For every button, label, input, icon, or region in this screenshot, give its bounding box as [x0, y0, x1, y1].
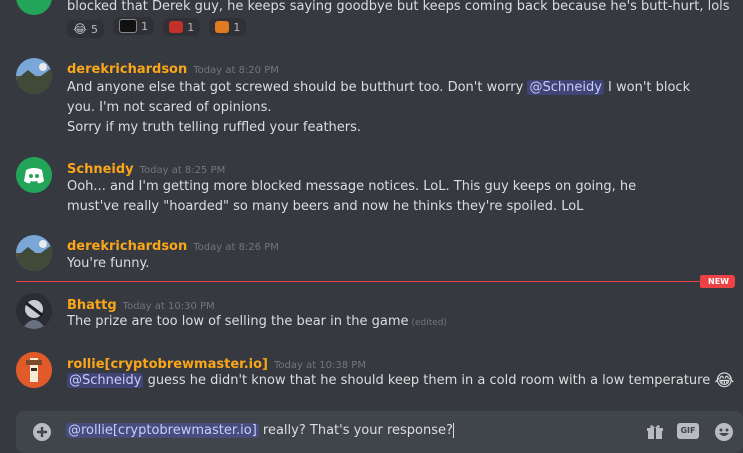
- user-mention[interactable]: @Schneidy: [67, 373, 144, 388]
- timestamp: Today at 8:25 PM: [139, 165, 226, 176]
- reaction-sticker[interactable]: 1: [209, 18, 247, 36]
- character-avatar-icon: [16, 293, 52, 329]
- message-composer: @rollie[cryptobrewmaster.io] really? Tha…: [16, 411, 743, 453]
- totem-avatar-icon: [16, 352, 52, 388]
- reaction-count: 1: [233, 20, 241, 34]
- landscape-avatar-icon: [16, 58, 52, 94]
- avatar[interactable]: [16, 157, 52, 193]
- message-header: derekrichardson Today at 8:20 PM: [67, 58, 279, 77]
- username[interactable]: derekrichardson: [67, 239, 187, 254]
- message-text: And anyone else that got screwed should …: [67, 78, 707, 118]
- text-segment: The prize are too low of selling the bea…: [67, 314, 409, 329]
- reaction-count: 1: [187, 20, 195, 34]
- new-messages-divider: [16, 281, 735, 282]
- username[interactable]: Schneidy: [67, 162, 134, 177]
- user-mention[interactable]: @rollie[cryptobrewmaster.io]: [66, 423, 259, 438]
- avatar[interactable]: [16, 58, 52, 94]
- username[interactable]: derekrichardson: [67, 62, 187, 77]
- username[interactable]: Bhattg: [67, 298, 117, 313]
- text-segment: And anyone else that got screwed should …: [67, 80, 528, 95]
- joy-emoji-icon: 😂: [73, 22, 88, 36]
- user-mention[interactable]: @Schneidy: [527, 80, 604, 95]
- discord-avatar-partial[interactable]: [16, 0, 52, 15]
- timestamp: Today at 8:20 PM: [193, 65, 279, 76]
- reaction-count: 1: [141, 19, 149, 33]
- timestamp: Today at 10:38 PM: [273, 360, 366, 371]
- avatar[interactable]: [16, 235, 52, 271]
- new-badge: NEW: [700, 275, 735, 288]
- joy-emoji-icon: 😂: [714, 371, 735, 391]
- fact-emoji-icon: [119, 19, 138, 33]
- timestamp: Today at 10:30 PM: [122, 301, 215, 312]
- message-header: rollie[cryptobrewmaster.io] Today at 10:3…: [67, 353, 366, 372]
- message-text: @Schneidy guess he didn't know that he s…: [67, 371, 734, 391]
- input-text: really? That's your response?: [258, 423, 453, 438]
- avatar[interactable]: [16, 293, 52, 329]
- reactions-row: 😂 5 1 1 1: [67, 17, 250, 38]
- timestamp: Today at 8:26 PM: [193, 242, 279, 253]
- reaction-joy[interactable]: 😂 5: [67, 20, 105, 38]
- reaction-red[interactable]: 1: [163, 18, 201, 36]
- message-text: Sorry if my truth telling ruffled your f…: [67, 120, 362, 135]
- red-emoji-icon: [169, 21, 184, 33]
- gif-label: GIF: [680, 426, 696, 435]
- message-header: Bhattg Today at 10:30 PM: [67, 294, 215, 313]
- message-text: You're funny.: [67, 256, 150, 271]
- text-caret: [452, 423, 454, 438]
- emoji-picker-icon[interactable]: [714, 422, 734, 442]
- avatar[interactable]: [16, 352, 52, 388]
- reaction-fact[interactable]: 1: [113, 17, 155, 35]
- message-text: The prize are too low of selling the bea…: [67, 312, 447, 333]
- gift-icon[interactable]: [646, 423, 664, 441]
- discord-logo-icon: [24, 168, 44, 184]
- text-segment: guess he didn't know that he should keep…: [143, 373, 711, 388]
- message-text: Ooh... and I'm getting more blocked mess…: [67, 179, 637, 214]
- add-icon[interactable]: [33, 423, 51, 441]
- message-text: blocked that Derek guy, he keeps saying …: [67, 0, 730, 14]
- username[interactable]: rollie[cryptobrewmaster.io]: [67, 357, 268, 372]
- gif-icon[interactable]: GIF: [677, 423, 699, 439]
- message-header: derekrichardson Today at 8:26 PM: [67, 235, 279, 254]
- message-header: Schneidy Today at 8:25 PM: [67, 158, 225, 177]
- edited-label: (edited): [411, 318, 448, 328]
- reaction-count: 5: [91, 22, 99, 36]
- landscape-avatar-icon: [16, 235, 52, 271]
- message-input[interactable]: @rollie[cryptobrewmaster.io] really? Tha…: [66, 423, 454, 438]
- sticker-emoji-icon: [215, 21, 230, 33]
